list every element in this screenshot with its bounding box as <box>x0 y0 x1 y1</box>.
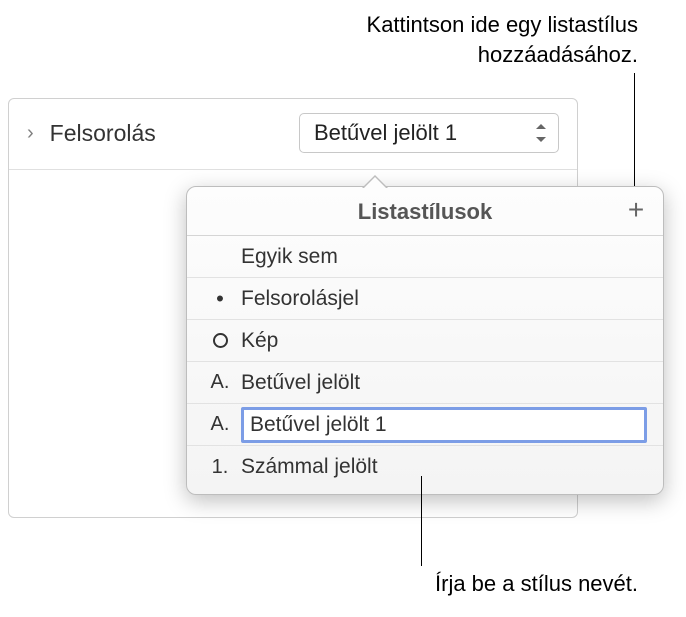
style-item-label: Kép <box>235 329 278 353</box>
style-item-label: Számmal jelölt <box>235 455 378 479</box>
bullet-dot-icon: • <box>205 286 235 312</box>
add-style-button[interactable]: + <box>621 195 651 225</box>
style-item-lettered[interactable]: A. Betűvel jelölt <box>187 362 663 404</box>
list-style-dropdown[interactable]: Betűvel jelölt 1 <box>299 113 559 153</box>
list-styles-popover: Listastílusok + Egyik sem • Felsorolásje… <box>186 186 664 495</box>
bullet-letter-icon: A. <box>205 371 235 394</box>
chevron-right-icon[interactable]: › <box>27 122 34 145</box>
style-item-label: Egyik sem <box>205 245 338 269</box>
annotation-type-name: Írja be a stílus nevét. <box>238 569 638 599</box>
divider <box>9 169 577 170</box>
style-item-numbered[interactable]: 1. Számmal jelölt <box>187 446 663 488</box>
style-item-none[interactable]: Egyik sem <box>187 236 663 278</box>
dropdown-selected-value: Betűvel jelölt 1 <box>314 120 457 146</box>
list-section-label: Felsorolás <box>50 120 156 147</box>
style-item-image[interactable]: Kép <box>187 320 663 362</box>
style-item-label: Betűvel jelölt <box>235 371 360 395</box>
bullet-letter-icon: A. <box>205 413 235 436</box>
popover-title-text: Listastílusok <box>358 199 492 224</box>
style-item-lettered-1[interactable]: A. <box>187 404 663 446</box>
callout-line-bottom <box>421 476 422 566</box>
style-item-label: Felsorolásjel <box>235 287 359 311</box>
bullet-number-icon: 1. <box>205 456 235 479</box>
bullet-circle-icon <box>205 329 235 352</box>
style-list: Egyik sem • Felsorolásjel Kép A. Betűvel… <box>187 236 663 488</box>
style-name-input[interactable] <box>241 407 647 443</box>
panel-header: › Felsorolás Betűvel jelölt 1 <box>9 99 577 163</box>
updown-caret-icon <box>534 124 548 142</box>
popover-title: Listastílusok + <box>187 187 663 236</box>
annotation-add-style: Kattintson ide egy listastílus hozzáadás… <box>238 10 638 69</box>
style-item-bullet[interactable]: • Felsorolásjel <box>187 278 663 320</box>
